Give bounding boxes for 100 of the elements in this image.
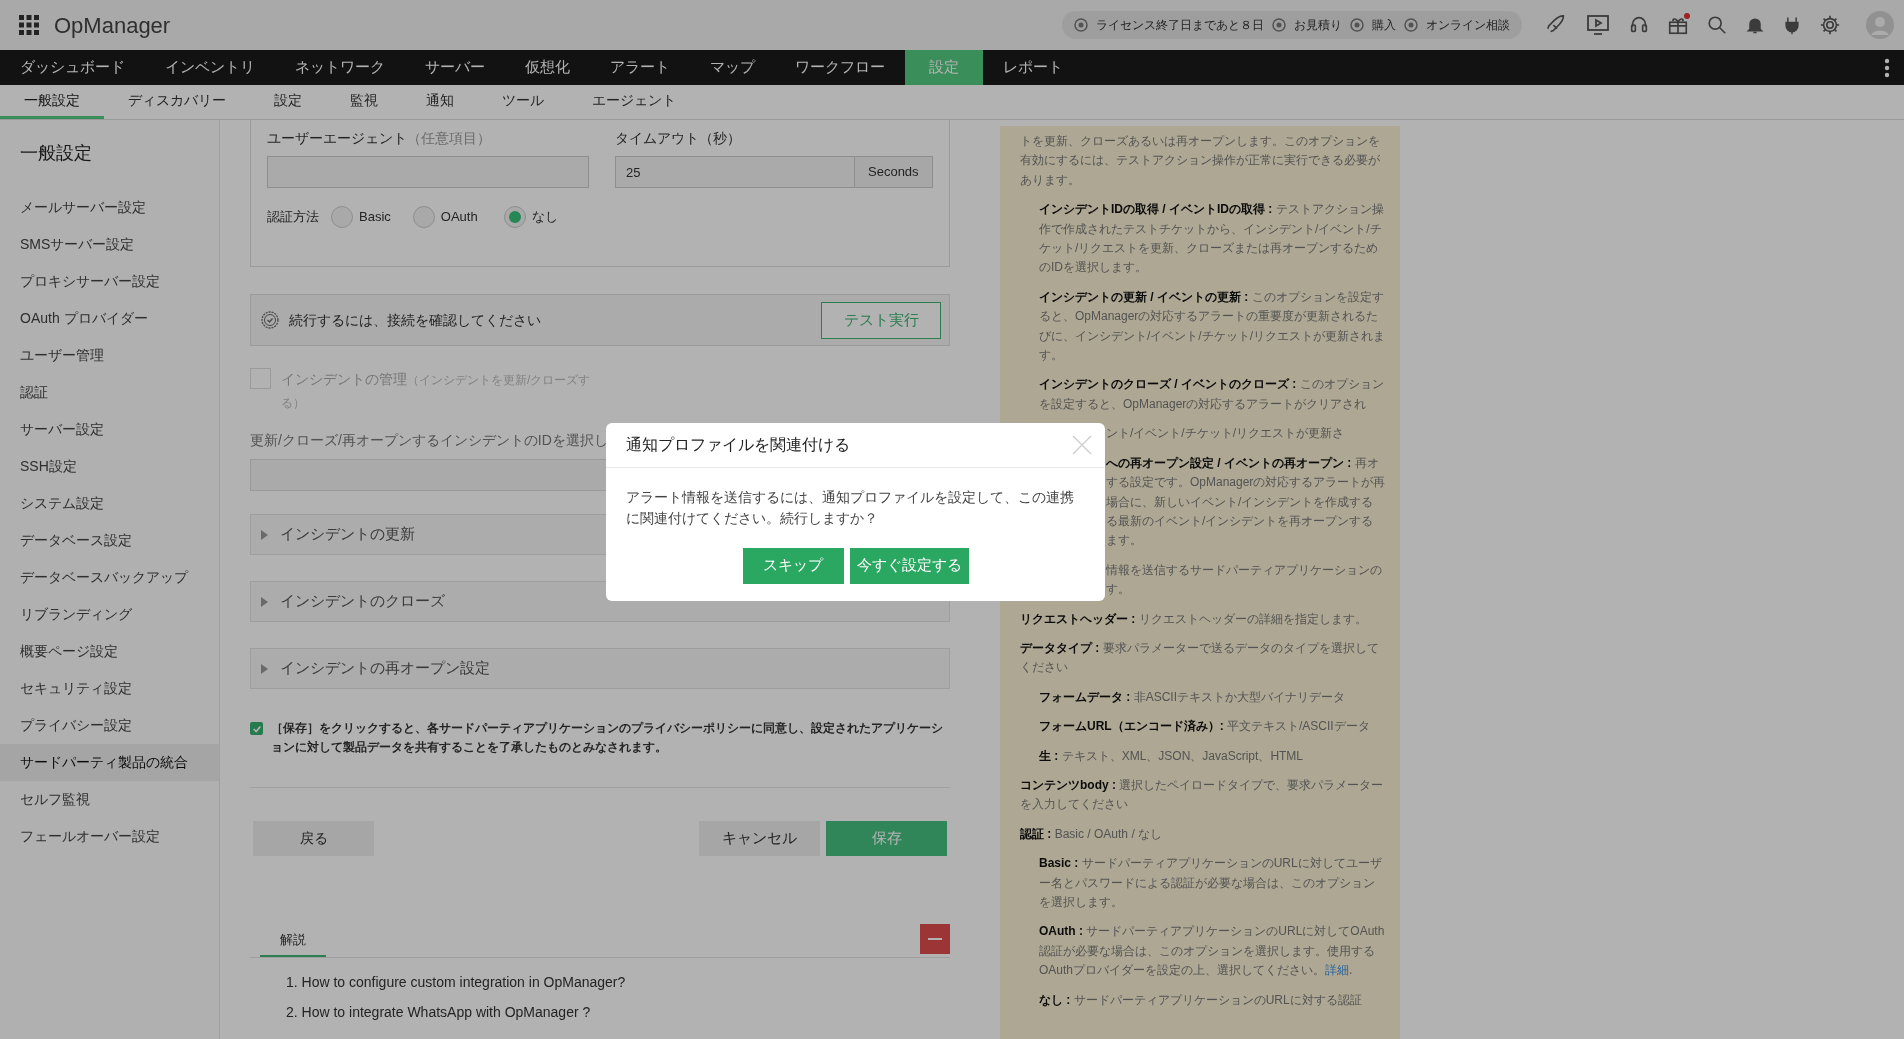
help-paragraph: トを更新、クローズあるいは再オープンします。このオプションを有効にするには、テストアクション操作が正常に実行できる必要があります。 — [1020, 133, 1381, 189]
help-paragraph: インシデントの更新 / イベントの更新 : このオプションを設定すると、OpManagerの対応するアラートの重要度が更新されるたびに、インシデント/イベント/チケット/リクエストが更新されます。 — [1038, 288, 1386, 365]
circle-icon — [1404, 18, 1418, 32]
sidebar-item[interactable]: 概要ページ設定 — [0, 633, 219, 670]
circle-icon — [1350, 18, 1364, 32]
help-text-fragment: する設定です。OpManagerの対応するアラートが再 — [1106, 474, 1386, 492]
sidebar-title: 一般設定 — [19, 142, 93, 165]
sub-tab[interactable]: ディスカバリー — [104, 85, 250, 119]
help-paragraph: コンテンツbody : 選択したペイロードタイプで、要求パラメーターを入力してください — [1020, 776, 1385, 814]
unit-label: Seconds — [855, 156, 933, 188]
dialog-title: 通知プロファイルを関連付ける — [626, 435, 850, 456]
check-badge-icon — [261, 311, 279, 329]
radio-label: Basic — [359, 208, 391, 227]
sidebar-item[interactable]: メールサーバー設定 — [0, 189, 219, 226]
nav-tab[interactable]: インベントリ — [145, 50, 275, 85]
cancel-button[interactable]: キャンセル — [699, 821, 820, 856]
notice-link[interactable]: 購入 — [1372, 16, 1396, 34]
help-paragraph: Basic : サードパーティアプリケーションのURLに対してユーザー名とパスワードによる認証が必要な場合は、このオプションを選択します。 — [1038, 855, 1383, 911]
test-message: 続行するには、接続を確認してください — [289, 310, 541, 330]
field-label: タイムアウト（秒） — [615, 129, 742, 148]
nav-tab[interactable]: ワークフロー — [775, 50, 905, 85]
expand-arrow-icon — [261, 529, 268, 540]
sidebar-item[interactable]: リブランディング — [0, 596, 219, 633]
sidebar-item[interactable]: SMSサーバー設定 — [0, 226, 219, 263]
consent-text: ［保存］をクリックすると、各サードパーティアプリケーションのプライバシーポリシーに同意し、設定されたアプリケーションに対して製品データを共有することを了承したものとみなされます。 — [271, 720, 944, 756]
sidebar-item[interactable]: システム設定 — [0, 485, 219, 522]
help-paragraph: フォームURL（エンコード済み）: 平文テキスト/ASCIIデータ — [1038, 718, 1371, 736]
sidebar-item[interactable]: OAuth プロバイダー — [0, 300, 219, 337]
sidebar-item[interactable]: プライバシー設定 — [0, 707, 219, 744]
help-text-fragment: す。 — [1106, 581, 1130, 599]
notice-link[interactable]: お見積り — [1294, 16, 1342, 34]
notice-link[interactable]: ライセンス終了日まであと８日 — [1096, 16, 1264, 34]
sidebar-item[interactable]: サーバー設定 — [0, 411, 219, 448]
help-paragraph: インシデントIDの取得 / イベントIDの取得 : テストアクション操作で作成されたテストチケットから、インシデント/イベント/チケット/リクエストを更新、クローズまたは再オープンするためのIDを選択します。 — [1038, 201, 1385, 277]
help-paragraph: 生 : テキスト、XML、JSON、JavaScript、HTML — [1038, 747, 1305, 765]
help-text-fragment: ント/イベント/チケット/リクエストが更新さ — [1106, 425, 1344, 443]
nav-tab[interactable]: サーバー — [405, 50, 505, 85]
nav-tab[interactable]: レポート — [983, 50, 1083, 85]
auth-radio[interactable] — [503, 206, 526, 228]
apps-grid-icon[interactable] — [18, 14, 40, 36]
user-agent-field[interactable] — [267, 156, 589, 188]
notice-link[interactable]: オンライン相談 — [1426, 16, 1510, 34]
auth-radio[interactable] — [331, 206, 353, 228]
circle-icon — [1272, 18, 1286, 32]
sidebar-item[interactable]: セキュリティ設定 — [0, 670, 219, 707]
nav-tab[interactable]: 仮想化 — [505, 50, 590, 85]
plug-icon[interactable] — [1782, 15, 1802, 35]
sidebar-item[interactable]: サードパーティ製品の統合 — [0, 744, 219, 781]
help-paragraph: OAuth : サードパーティアプリケーションのURLに対してOAuth認証が必要な場合は、このオプションを選択します。使用するOAuthプロバイダーを設定の上、選択してください。詳細. — [1038, 923, 1386, 980]
help-text-fragment: る最新のイベント/インシデントを再オープンする — [1106, 512, 1374, 530]
timeout-field[interactable]: 25 — [615, 156, 855, 188]
sub-tab[interactable]: 監視 — [326, 85, 402, 119]
field-label: ユーザーエージェント（任意項目） — [267, 129, 492, 148]
sub-tab[interactable]: 設定 — [250, 85, 326, 119]
help-paragraph: データタイプ : 要求パラメーターで送るデータのタイプを選択してください — [1020, 639, 1380, 677]
field-label: 更新/クローズ/再オープンするインシデントのIDを選択し — [250, 431, 608, 450]
incident-checkbox[interactable] — [250, 368, 271, 389]
sidebar-item[interactable]: データベース設定 — [0, 522, 219, 559]
help-link[interactable]: 2. How to integrate WhatsApp with OpManager ? — [286, 1002, 950, 1023]
help-paragraph: インシデントのクローズ / イベントのクローズ : このオプションを設定すると、OpManagerの対応するアラートがクリアされ — [1038, 376, 1385, 413]
nav-tab[interactable]: マップ — [690, 50, 775, 85]
help-text-fragment: ます。 — [1106, 532, 1142, 550]
nav-tab[interactable]: ダッシュボード — [0, 50, 145, 85]
sidebar-item[interactable]: プロキシサーバー設定 — [0, 263, 219, 300]
help-paragraph: フォームデータ : 非ASCIIテキストか大型バイナリデータ — [1038, 688, 1347, 706]
nav-tab[interactable]: アラート — [590, 50, 690, 85]
help-paragraph: リクエストヘッダー : リクエストヘッダーの詳細を指定します。 — [1020, 610, 1368, 628]
sidebar-item[interactable]: セルフ監視 — [0, 781, 219, 818]
back-button[interactable]: 戻る — [253, 821, 374, 856]
expand-arrow-icon — [261, 596, 268, 607]
help-link[interactable]: 1. How to configure custom integration in OpManager? — [286, 972, 950, 993]
sidebar-item[interactable]: SSH設定 — [0, 448, 219, 485]
circle-icon — [1074, 18, 1088, 32]
search-icon[interactable] — [1706, 14, 1728, 36]
sub-tab[interactable]: エージェント — [568, 85, 700, 119]
explanation-tab[interactable]: 解説 — [260, 929, 326, 957]
app-name: OpManager — [54, 11, 171, 40]
sub-tab[interactable]: 通知 — [402, 85, 478, 119]
accordion-header[interactable]: インシデントの再オープン設定 — [250, 648, 950, 689]
radio-label: なし — [531, 208, 558, 227]
help-text-fragment: 情報を送信するサードパーティアプリケーションの — [1106, 561, 1382, 579]
sidebar-item[interactable]: データベースバックアップ — [0, 559, 219, 596]
monitor-play-icon[interactable] — [1585, 13, 1611, 37]
help-text-fragment: への再オープン設定 / イベントの再オープン : 再オ — [1106, 454, 1379, 472]
sidebar-item[interactable]: 認証 — [0, 374, 219, 411]
consent-checkbox[interactable] — [250, 722, 263, 735]
sidebar-item[interactable]: フェールオーバー設定 — [0, 818, 219, 855]
auth-radio[interactable] — [412, 206, 435, 228]
gear-icon[interactable] — [1819, 14, 1841, 36]
more-icon[interactable] — [1884, 57, 1890, 78]
expand-arrow-icon — [261, 663, 268, 674]
nav-tab[interactable]: ネットワーク — [275, 50, 405, 85]
field-label: 認証方法 — [267, 208, 319, 227]
sub-tab[interactable]: ツール — [478, 85, 568, 119]
help-paragraph: 認証 : Basic / OAuth / なし — [1020, 825, 1164, 843]
collapse-button[interactable] — [920, 924, 950, 954]
sidebar-item[interactable]: ユーザー管理 — [0, 337, 219, 374]
minus-icon — [928, 938, 942, 940]
help-paragraph: なし : サードパーティアプリケーションのURLに対する認証 — [1038, 991, 1363, 1009]
radio-label: OAuth — [440, 208, 478, 227]
